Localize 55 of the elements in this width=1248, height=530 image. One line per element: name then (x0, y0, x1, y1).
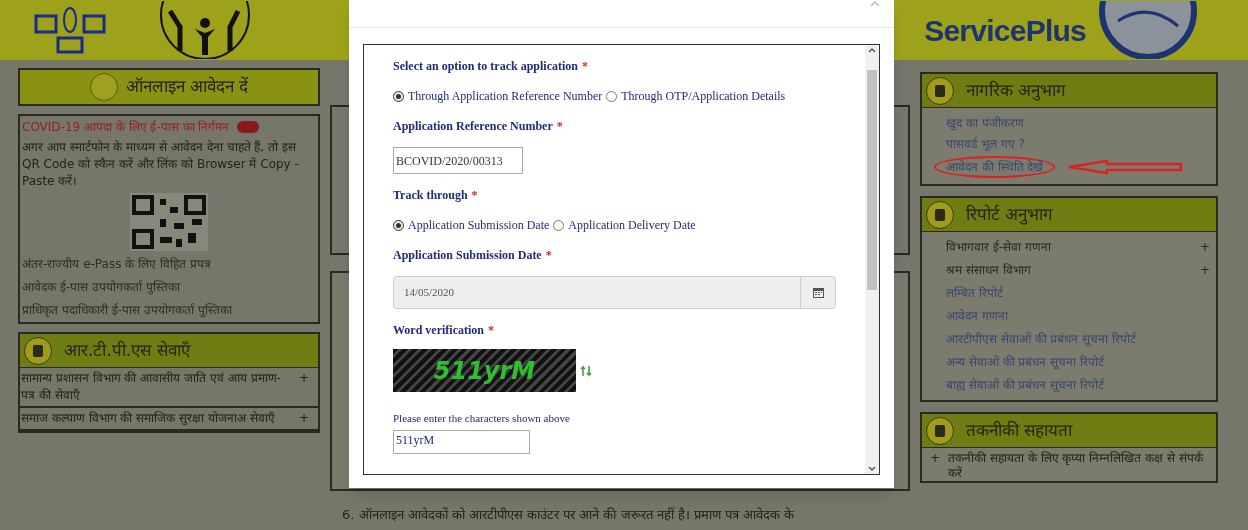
notice-link[interactable]: प्राधिकृत पदाधिकारी ई-पास उपयोगकर्ता पुस्तिका (22, 300, 316, 320)
section-link[interactable]: पासवर्ड भूल गए ? (946, 135, 1025, 153)
required-mark: * (471, 187, 478, 204)
scroll-up-icon[interactable] (868, 47, 876, 53)
captcha-hint: Please enter the characters shown above (393, 411, 571, 426)
field-label: Word verification (393, 322, 484, 339)
radio-button[interactable] (606, 90, 618, 102)
qr-code-icon (130, 193, 208, 251)
radio-button[interactable] (393, 219, 404, 231)
captcha-image: 511yrM (393, 349, 576, 392)
support-text: तकनीकी सहायता के लिए कृप्या निम्नलिखित कक्ष से संपर्क करें (948, 451, 1205, 481)
refresh-icon[interactable] (580, 363, 592, 378)
bullet-mark: + (930, 451, 941, 467)
scroll-down-icon[interactable] (868, 466, 876, 472)
field-label: Application Reference Number (393, 118, 553, 135)
captcha-answer-field[interactable]: 511yrM (393, 429, 530, 454)
field-label: Track through (393, 187, 468, 204)
required-mark: * (545, 247, 552, 264)
panel-title: रिपोर्ट अनुभाग (966, 202, 1054, 227)
notice-link[interactable]: आवेदक ई-पास उपयोगकर्ता पुस्तिका (22, 277, 316, 297)
panel-title: आर.टी.पी.एस सेवाएँ (64, 338, 190, 362)
section-link[interactable]: खुद का पंजीकरण (946, 114, 1024, 132)
radio-label[interactable]: Application Submission Date (408, 216, 550, 234)
radio-button[interactable] (393, 90, 404, 102)
report-link[interactable]: आवेदन गणना (946, 307, 1210, 325)
brand-logo-text: ServicePlus (924, 12, 1086, 49)
notice-link[interactable]: अंतर-राज्यीय e-Pass के लिए विहित प्रपत्र (22, 254, 316, 274)
service-item[interactable]: सामान्य प्रशासन विभाग की आवासीय जाति एवं आय प्रमाण-पत्र की सेवाएँ + (20, 368, 318, 408)
scrollbar[interactable] (865, 45, 879, 474)
required-mark: * (582, 58, 588, 75)
field-label: Select an option to track application (393, 58, 578, 75)
panel-title: नागरिक अनुभाग (966, 78, 1067, 103)
report-link[interactable]: अन्य सेवाओं की प्रबंधन सूचना रिपोर्ट (946, 353, 1210, 371)
report-link[interactable]: बाह्य सेवाओं की प्रबंधन सूचना रिपोर्ट (946, 376, 1210, 394)
panel-title: ऑनलाइन आवेदन दें (125, 75, 249, 99)
report-group[interactable]: श्रम संसाधन विभाग + (946, 261, 1210, 279)
radio-label[interactable]: Application Delivery Date (568, 216, 696, 234)
panel-title: तकनीकी सहायता (966, 418, 1073, 442)
radio-label[interactable]: Through Application Reference Number (408, 87, 603, 105)
report-link[interactable]: आरटीपीएस सेवाओं की प्रबंधन सूचना रिपोर्ट (946, 330, 1210, 348)
required-mark: * (488, 322, 494, 339)
required-mark: * (556, 118, 563, 135)
pointer-arrow-icon (1067, 159, 1184, 175)
field-label: Application Submission Date (393, 247, 542, 264)
reference-number-field[interactable]: BCOVID/2020/00313 (393, 147, 523, 174)
new-badge-icon (237, 121, 260, 133)
report-link[interactable]: लम्बित रिपोर्ट (946, 284, 1210, 302)
notice-text: अगर आप स्मार्टफोन के माध्यम से आवेदन देना चाहते हैं, तो इस QR Code को स्कैन करें और लिंक को Browser में Copy - Paste करें। (22, 139, 300, 190)
section-link[interactable]: आवेदन की स्थिति देखें (934, 156, 1056, 178)
notice-text: 6. ऑनलाइन आवेदकों को आरटीपीएस काउंटर पर आने की जरूरत नहीं है। प्रमाण पत्र आवेदक के (341, 505, 796, 524)
radio-button[interactable] (553, 219, 565, 231)
notice-title: COVID-19 आपदा के लिए ई-पास का निर्गमन (22, 119, 230, 136)
report-group[interactable]: विभागवार ई-सेवा गणना + (946, 238, 1210, 256)
service-item[interactable]: समाज कल्याण विभाग की समाजिक सुरक्षा योजनाअ सेवाएँ + (20, 408, 318, 431)
radio-label[interactable]: Through OTP/Application Details (621, 87, 786, 105)
